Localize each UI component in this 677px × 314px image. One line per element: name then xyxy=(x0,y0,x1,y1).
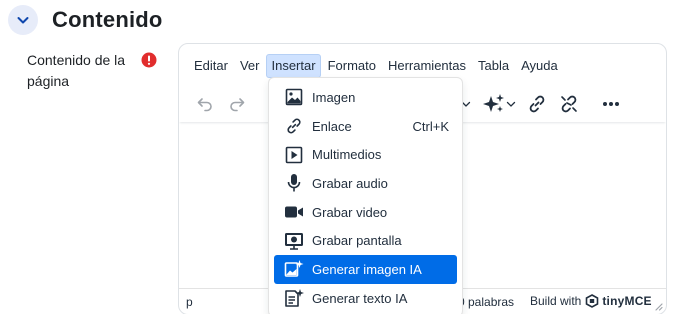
ai-image-icon xyxy=(284,259,304,279)
brand-name: tinyMCE xyxy=(602,294,652,308)
menu-item-grabar-pantalla[interactable]: Grabar pantalla xyxy=(274,226,457,255)
menu-ver[interactable]: Ver xyxy=(235,54,265,78)
ai-assistant-button[interactable] xyxy=(481,90,517,118)
word-count[interactable]: 0 palabras xyxy=(458,295,514,309)
menu-herramientas[interactable]: Herramientas xyxy=(383,54,471,78)
element-path[interactable]: p xyxy=(186,295,193,309)
collapse-toggle-button[interactable] xyxy=(8,5,38,35)
section-title: Contenido xyxy=(52,7,163,32)
menu-item-label: Generar imagen IA xyxy=(312,261,422,277)
chevron-down-icon xyxy=(17,17,29,24)
menu-item-label: Enlace xyxy=(312,118,352,134)
undo-button[interactable] xyxy=(193,90,217,118)
unlink-icon xyxy=(561,95,577,113)
image-icon xyxy=(284,87,304,107)
keyboard-shortcut: Ctrl+K xyxy=(412,118,449,134)
menu-editar[interactable]: Editar xyxy=(189,54,233,78)
more-button[interactable] xyxy=(599,90,623,118)
more-icon xyxy=(603,102,619,106)
chevron-down-icon xyxy=(506,101,516,107)
menu-item-enlace[interactable]: Enlace Ctrl+K xyxy=(274,112,457,141)
section-header: Contenido xyxy=(8,3,163,37)
screen-record-icon xyxy=(284,231,304,251)
field-label: Contenido de la página xyxy=(27,52,126,89)
redo-button[interactable] xyxy=(225,90,249,118)
menu-item-label: Grabar audio xyxy=(312,175,388,191)
insert-menu-dropdown: Imagen Enlace Ctrl+K Multimedios Grabar … xyxy=(268,77,463,314)
menu-item-label: Imagen xyxy=(312,89,356,105)
menu-item-grabar-audio[interactable]: Grabar audio xyxy=(274,169,457,198)
menu-tabla[interactable]: Tabla xyxy=(473,54,514,78)
menu-item-label: Grabar video xyxy=(312,204,388,220)
menu-item-grabar-video[interactable]: Grabar video xyxy=(274,198,457,227)
editor-menubar: Editar Ver Insertar Formato Herramientas… xyxy=(179,52,565,80)
link-icon xyxy=(284,116,304,136)
required-icon xyxy=(141,52,157,68)
resize-handle-icon[interactable] xyxy=(653,301,663,311)
microphone-icon xyxy=(284,173,304,193)
menu-item-label: Grabar pantalla xyxy=(312,233,402,249)
tinymce-logo-icon xyxy=(586,294,599,308)
brand-prefix: Build with xyxy=(530,294,582,308)
ai-text-icon xyxy=(284,288,304,308)
media-icon xyxy=(284,145,304,165)
menu-item-multimedios[interactable]: Multimedios xyxy=(274,140,457,169)
menu-ayuda[interactable]: Ayuda xyxy=(516,54,563,78)
link-icon xyxy=(529,95,545,113)
redo-icon xyxy=(230,98,245,112)
ai-sparkles-icon xyxy=(483,94,504,112)
menu-item-imagen[interactable]: Imagen xyxy=(274,83,457,112)
unlink-button[interactable] xyxy=(557,90,581,118)
menu-insertar[interactable]: Insertar xyxy=(266,54,321,78)
link-button[interactable] xyxy=(525,90,549,118)
menu-item-label: Multimedios xyxy=(312,147,382,163)
undo-icon xyxy=(197,98,212,112)
menu-item-generar-texto-ia[interactable]: Generar texto IA xyxy=(274,284,457,313)
menu-formato[interactable]: Formato xyxy=(323,54,381,78)
video-camera-icon xyxy=(284,202,304,222)
menu-item-generar-imagen-ia[interactable]: Generar imagen IA xyxy=(274,255,457,284)
tinymce-branding[interactable]: Build with tinyMCE xyxy=(530,294,652,308)
menu-item-label: Generar texto IA xyxy=(312,290,408,306)
